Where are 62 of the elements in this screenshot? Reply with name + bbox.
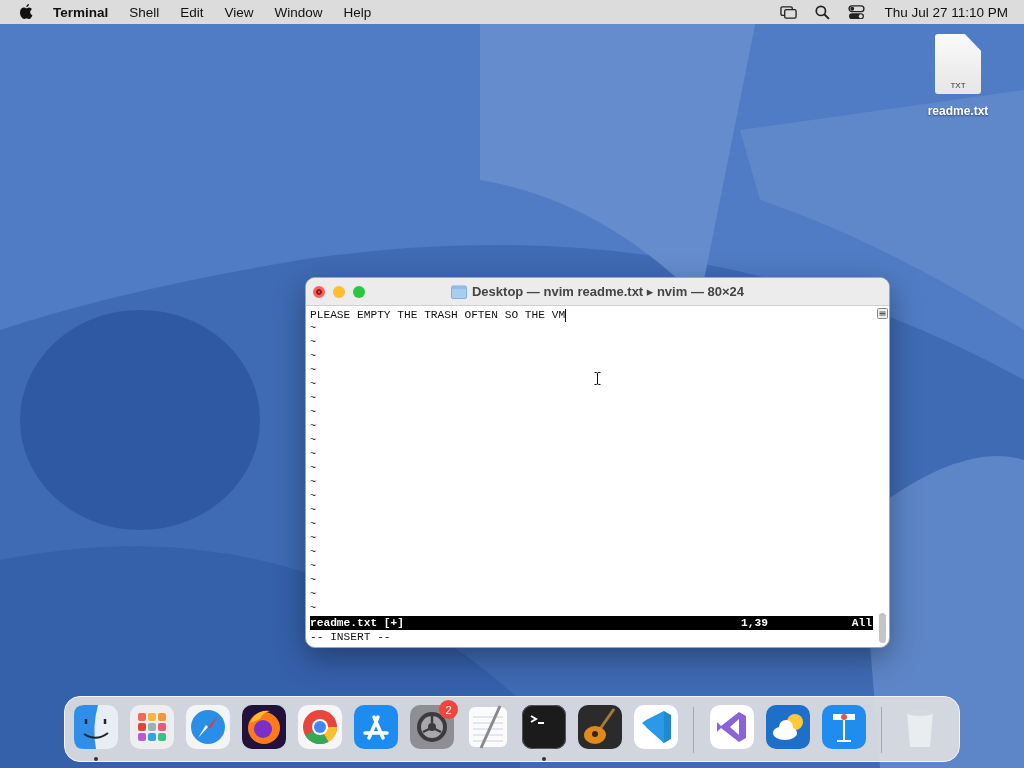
menu-item[interactable]: Edit <box>180 4 204 20</box>
terminal-prompt-icon[interactable] <box>522 705 566 749</box>
search-icon[interactable] <box>814 4 832 20</box>
letter-a-shape-icon[interactable] <box>354 705 398 749</box>
empty-line-marker: ~ <box>310 322 316 336</box>
menu-bar-clock[interactable]: Thu Jul 27 11:10 PM <box>884 4 1008 20</box>
empty-line-marker: ~ <box>310 490 316 504</box>
empty-line-marker: ~ <box>310 392 316 406</box>
empty-line-marker: ~ <box>310 350 316 364</box>
empty-line-marker: ~ <box>310 378 316 392</box>
close-button[interactable] <box>313 285 325 298</box>
scrollbar-thumb[interactable] <box>878 613 886 643</box>
empty-line-marker: ~ <box>310 588 316 602</box>
empty-line-marker: ~ <box>310 364 316 378</box>
file-name[interactable]: readme.txt <box>927 104 989 118</box>
document-icon[interactable]: TXT <box>935 34 981 94</box>
empty-line-marker: ~ <box>310 434 316 448</box>
empty-line-marker: ~ <box>310 476 316 490</box>
empty-line-marker: ~ <box>310 448 316 462</box>
text-cursor-icon <box>594 372 601 385</box>
ribbon-logo-icon[interactable] <box>710 705 754 749</box>
app-menu[interactable]: Terminal <box>53 4 109 20</box>
ribbon-logo-icon[interactable] <box>634 705 678 749</box>
empty-line-marker: ~ <box>310 560 316 574</box>
empty-line-marker: ~ <box>310 532 316 546</box>
sun-cloud-icon[interactable] <box>766 705 810 749</box>
empty-line-marker: ~ <box>310 462 316 476</box>
compass-icon[interactable] <box>186 705 230 749</box>
text-caret <box>565 308 567 322</box>
menu-item[interactable]: View <box>224 4 254 20</box>
empty-line-marker: ~ <box>310 518 316 532</box>
empty-line-marker: ~ <box>310 336 316 350</box>
ring-icon[interactable] <box>298 705 342 749</box>
menu-item[interactable]: Shell <box>129 4 160 20</box>
scroll-position: All <box>851 616 873 630</box>
empty-line-marker: ~ <box>310 546 316 560</box>
apple-icon[interactable] <box>19 4 33 20</box>
empty-line-marker: ~ <box>310 574 316 588</box>
smiling-face-icon[interactable] <box>74 705 118 749</box>
split-pane-icon[interactable] <box>876 308 888 319</box>
notepad-pencil-icon[interactable] <box>466 705 510 749</box>
cursor-position: 1,39 <box>741 616 768 630</box>
empty-line-marker: ~ <box>310 420 316 434</box>
menu-item[interactable]: Window <box>274 4 323 20</box>
flame-globe-icon[interactable] <box>242 705 286 749</box>
empty-line-marker: ~ <box>310 406 316 420</box>
gear-icon[interactable] <box>410 705 454 749</box>
text-line: PLEASE EMPTY THE TRASH OFTEN SO THE VM <box>310 308 566 322</box>
file-type-label: TXT <box>950 81 966 90</box>
status-file-name: readme.txt [+] <box>310 616 404 630</box>
empty-line-marker: ~ <box>310 602 316 616</box>
screen-mirroring-icon[interactable] <box>780 4 798 20</box>
empty-line-marker: ~ <box>310 504 316 518</box>
grid-icon[interactable] <box>130 705 174 749</box>
window-title: Desktop — nvim readme.txt ▸ nvim — 80×24 <box>471 284 744 299</box>
mode-indicator: -- INSERT -- <box>310 630 391 644</box>
folder-icon <box>450 284 467 299</box>
notification-badge: 2 <box>439 700 458 719</box>
menu-item[interactable]: Help <box>343 4 372 20</box>
guitar-icon[interactable] <box>578 705 622 749</box>
podium-icon[interactable] <box>822 705 866 749</box>
control-center-icon[interactable] <box>848 4 866 20</box>
